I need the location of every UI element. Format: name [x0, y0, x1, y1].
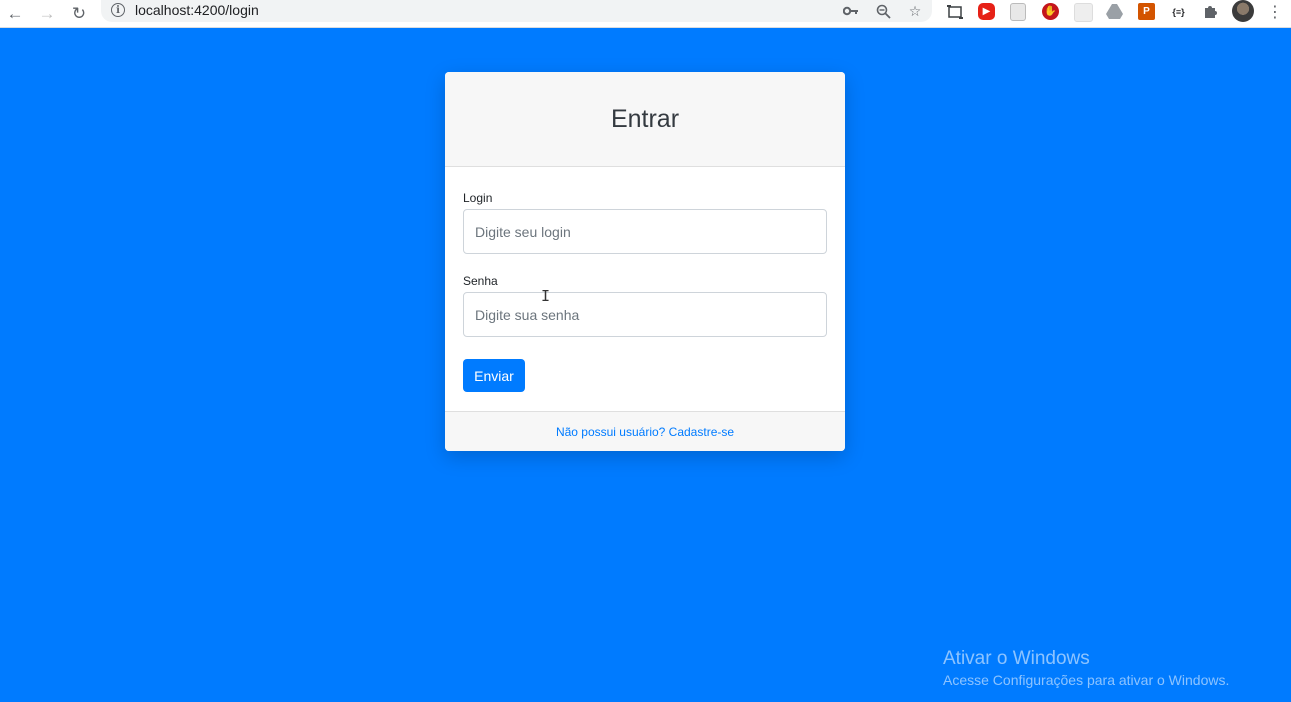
zoom-out-icon[interactable] — [874, 2, 892, 20]
site-info-icon[interactable]: i — [111, 3, 125, 17]
forward-arrow-icon[interactable]: → — [36, 2, 58, 24]
windows-activation-title: Ativar o Windows — [943, 648, 1090, 669]
back-arrow-icon[interactable]: ← — [4, 2, 26, 24]
card-footer: Não possui usuário? Cadastre-se — [445, 411, 845, 451]
address-bar-url[interactable]: localhost:4200/login — [135, 2, 259, 18]
login-form: Login Senha Enviar — [445, 167, 845, 411]
profile-avatar[interactable] — [1232, 0, 1254, 22]
signup-link[interactable]: Não possui usuário? Cadastre-se — [556, 425, 734, 439]
reload-icon[interactable]: ↻ — [68, 2, 90, 24]
json-icon[interactable]: {≡} — [1170, 3, 1187, 20]
puzzle-icon[interactable] — [1202, 3, 1219, 20]
adblock-icon[interactable]: ✋ — [1042, 3, 1059, 20]
windows-activation-subtitle: Acesse Configurações para ativar o Windo… — [943, 672, 1230, 688]
drive-icon[interactable] — [1106, 3, 1123, 20]
screenshot-icon[interactable] — [946, 3, 963, 20]
password-label: Senha — [463, 274, 498, 288]
youtube-icon[interactable]: ▶ — [978, 3, 995, 20]
card-header: Entrar — [445, 72, 845, 167]
submit-button[interactable]: Enviar — [463, 359, 525, 392]
star-icon[interactable]: ☆ — [906, 2, 924, 20]
more-menu-icon[interactable]: ⋮ — [1266, 2, 1284, 22]
login-label: Login — [463, 191, 493, 205]
login-card: Entrar Login Senha Enviar Não possui usu… — [445, 72, 845, 451]
key-icon[interactable] — [842, 2, 860, 20]
address-bar[interactable]: i localhost:4200/login — [101, 0, 932, 22]
pdf-icon[interactable]: P — [1138, 3, 1155, 20]
text-cursor-icon: I — [541, 287, 551, 305]
password-input[interactable] — [463, 292, 827, 337]
document-icon[interactable] — [1010, 3, 1026, 21]
login-input[interactable] — [463, 209, 827, 254]
browser-toolbar: ← → ↻ i localhost:4200/login ☆ ▶ ✋ P {≡}… — [0, 0, 1291, 28]
page-title: Entrar — [610, 104, 680, 133]
grid-icon[interactable] — [1074, 3, 1093, 22]
